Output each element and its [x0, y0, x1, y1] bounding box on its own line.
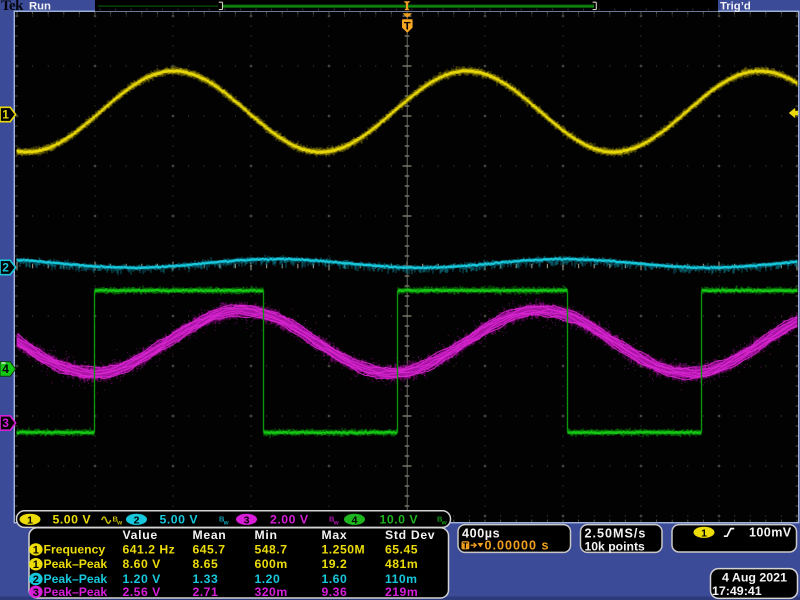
svg-text:Peak–Peak: Peak–Peak: [44, 585, 108, 599]
svg-text:Trig’d: Trig’d: [720, 1, 751, 13]
svg-text:10k points: 10k points: [585, 540, 645, 554]
svg-text:w: w: [116, 520, 123, 527]
svg-text:Run: Run: [29, 1, 51, 13]
svg-text:1: 1: [27, 514, 33, 526]
svg-text:65.45: 65.45: [385, 542, 418, 556]
svg-text:4 Aug 2021: 4 Aug 2021: [722, 570, 787, 584]
svg-text:3: 3: [244, 514, 250, 526]
svg-text:2.71: 2.71: [193, 585, 219, 599]
svg-text:2.56 V: 2.56 V: [123, 585, 162, 599]
svg-text:600m: 600m: [255, 557, 288, 571]
svg-text:10.0 V: 10.0 V: [380, 513, 419, 527]
svg-text:2.50MS/s: 2.50MS/s: [585, 526, 647, 540]
svg-text:9.36: 9.36: [322, 585, 348, 599]
svg-text:3: 3: [2, 416, 9, 430]
svg-text:641.2 Hz: 641.2 Hz: [123, 542, 176, 556]
svg-text:1: 1: [2, 108, 9, 122]
svg-text:5.00 V: 5.00 V: [53, 513, 92, 527]
svg-text:219m: 219m: [385, 585, 418, 599]
svg-text:8.65: 8.65: [193, 557, 219, 571]
svg-text:100mV: 100mV: [749, 526, 792, 540]
svg-text:645.7: 645.7: [193, 542, 226, 556]
svg-text:Max: Max: [322, 528, 348, 542]
svg-text:3: 3: [33, 587, 39, 599]
svg-text:Peak–Peak: Peak–Peak: [44, 557, 108, 571]
svg-text:8.60 V: 8.60 V: [123, 557, 162, 571]
svg-text:1: 1: [33, 559, 39, 571]
svg-text:w: w: [223, 520, 230, 527]
svg-text:Frequency: Frequency: [44, 542, 106, 556]
svg-text:548.7: 548.7: [255, 542, 288, 556]
svg-text:w: w: [333, 520, 340, 527]
svg-text:17:49:41: 17:49:41: [712, 584, 762, 598]
svg-text:Mean: Mean: [193, 528, 227, 542]
svg-text:2.00 V: 2.00 V: [270, 513, 309, 527]
svg-text:2: 2: [33, 574, 39, 586]
svg-text:Min: Min: [255, 528, 278, 542]
svg-text:1.250M: 1.250M: [322, 542, 366, 556]
svg-text:4: 4: [2, 362, 9, 376]
svg-text:320m: 320m: [255, 585, 288, 599]
svg-text:T: T: [404, 20, 411, 32]
svg-text:2: 2: [2, 261, 9, 275]
svg-text:5.00 V: 5.00 V: [160, 513, 199, 527]
svg-text:Value: Value: [123, 528, 158, 542]
svg-text:Tek: Tek: [1, 0, 24, 14]
svg-text:0.00000 s: 0.00000 s: [485, 539, 550, 553]
svg-text:481m: 481m: [385, 557, 418, 571]
svg-text:4: 4: [352, 514, 358, 526]
svg-text:1: 1: [701, 527, 707, 539]
svg-text:19.2: 19.2: [322, 557, 348, 571]
svg-text:Std Dev: Std Dev: [385, 528, 435, 542]
svg-text:2: 2: [134, 514, 140, 526]
svg-text:w: w: [441, 520, 448, 527]
svg-text:T: T: [463, 540, 469, 550]
svg-text:1: 1: [33, 544, 39, 556]
